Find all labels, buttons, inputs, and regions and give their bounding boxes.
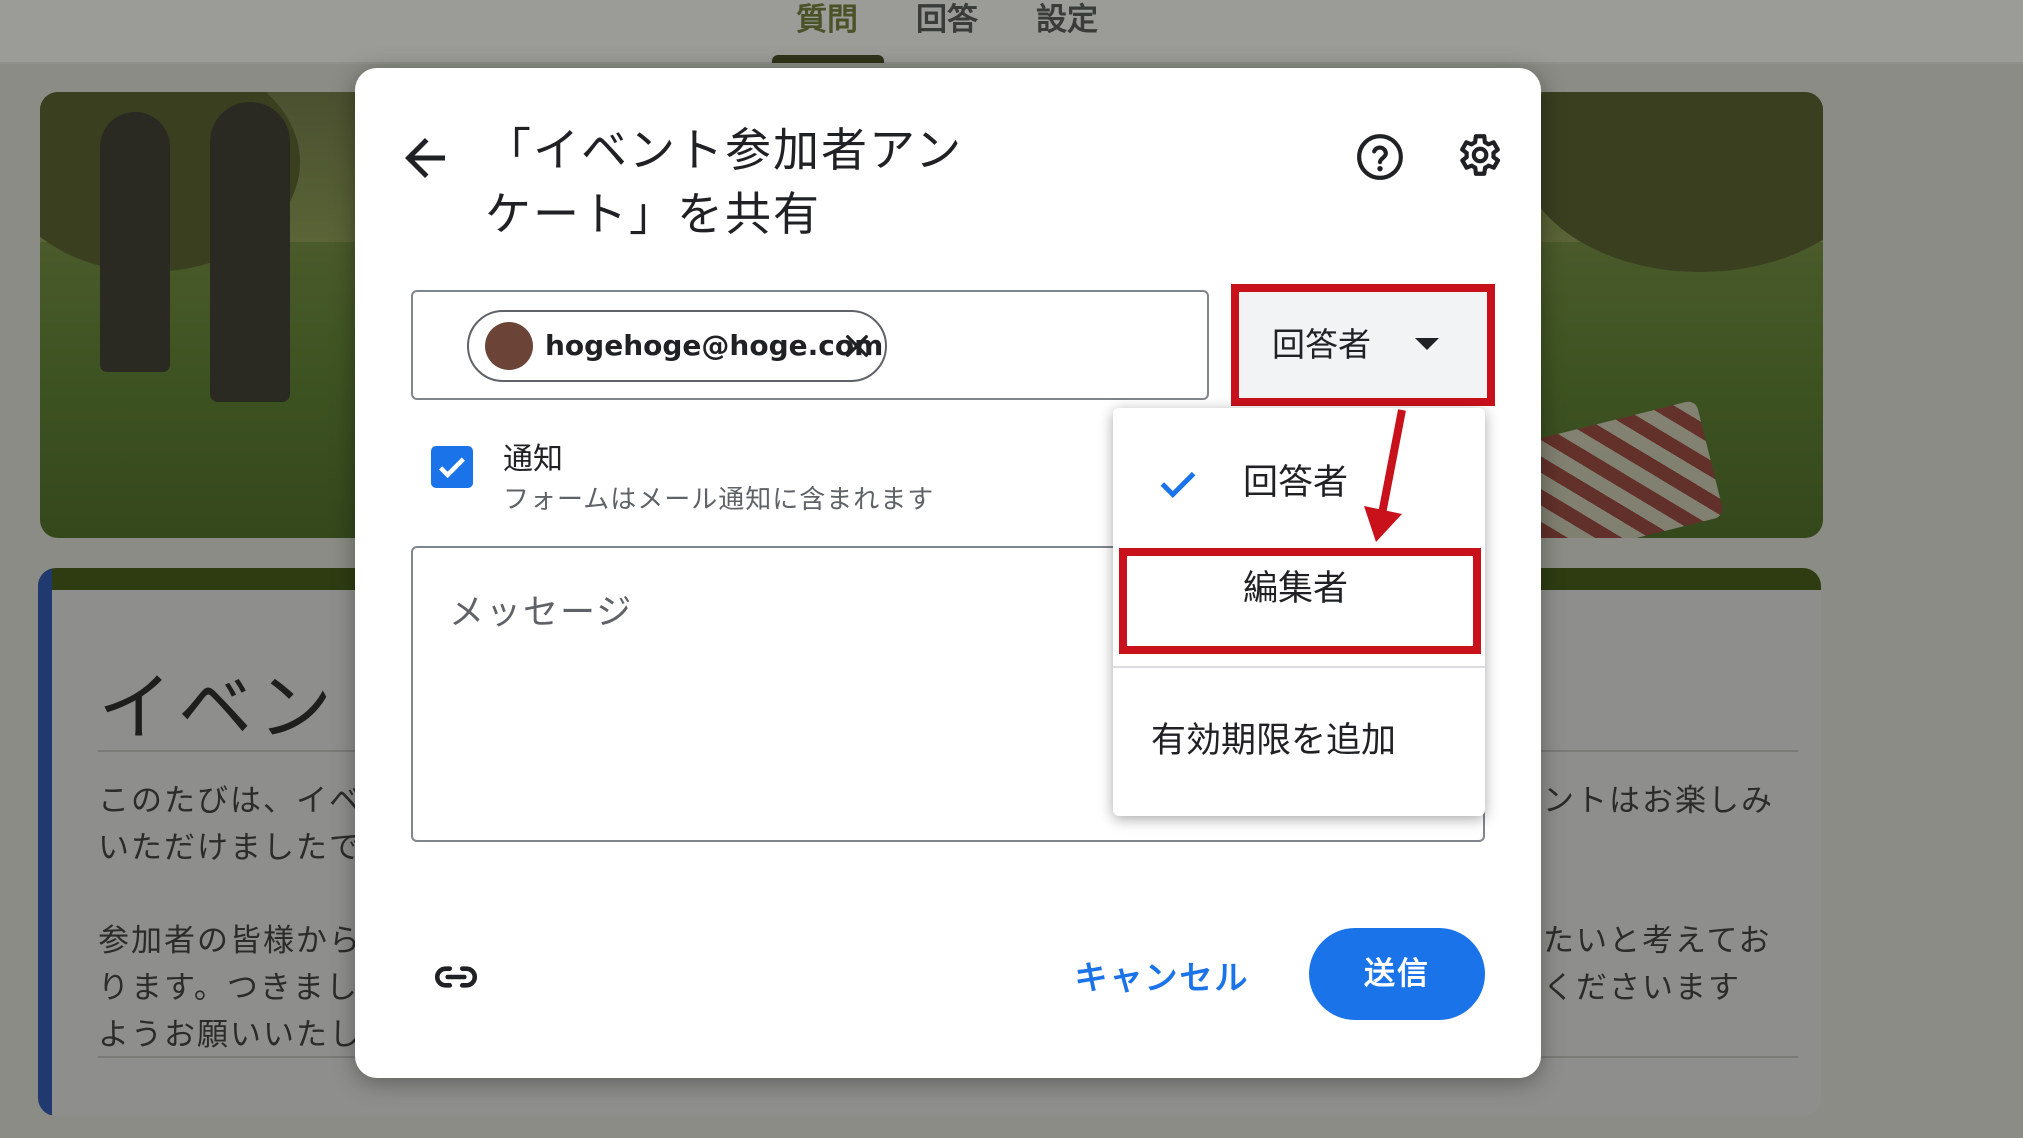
menu-item-label: 回答者	[1243, 463, 1349, 503]
notify-checkbox[interactable]	[431, 446, 473, 488]
check-icon	[439, 457, 465, 479]
message-placeholder: メッセージ	[449, 593, 634, 633]
card-accent-left	[38, 568, 52, 1116]
banner-tree	[1520, 92, 1823, 272]
description-line: このたびは、イベ	[98, 783, 362, 819]
check-icon	[1160, 471, 1196, 498]
highlight-box-editor	[1119, 548, 1481, 654]
menu-divider	[1113, 666, 1485, 668]
notify-label: 通知	[503, 442, 563, 477]
description-line: くださいます	[1543, 970, 1741, 1006]
tab-settings[interactable]: 設定	[1036, 0, 1098, 40]
description-line: 参加者の皆様から	[98, 923, 362, 959]
banner-person	[210, 102, 290, 402]
highlight-box-role	[1231, 284, 1495, 406]
notify-sublabel: フォームはメール通知に含まれます	[503, 485, 935, 515]
link-icon[interactable]	[431, 952, 481, 1002]
cancel-button[interactable]: キャンセル	[1067, 948, 1257, 1008]
annotation-arrow-icon	[1364, 409, 1406, 542]
description-line: ントはお楽しみ	[1543, 783, 1774, 819]
description-line: ようお願いいたし	[98, 1017, 362, 1053]
tab-questions[interactable]: 質問	[796, 0, 858, 40]
description-line: ります。つきまし	[98, 970, 359, 1006]
send-button[interactable]: 送信	[1309, 928, 1485, 1020]
banner-person	[100, 112, 170, 372]
recipient-chip[interactable]: hogehoge@hoge.com	[467, 310, 887, 382]
menu-item-label: 有効期限を追加	[1151, 721, 1397, 761]
description-line: いただけましたで	[98, 830, 362, 866]
recipients-input[interactable]: hogehoge@hoge.com	[411, 290, 1209, 400]
active-tab-indicator	[772, 55, 884, 63]
form-top-bar: 質問 回答 設定	[0, 0, 2023, 64]
gear-icon[interactable]	[1453, 130, 1503, 180]
tab-responses[interactable]: 回答	[916, 0, 978, 40]
back-arrow-icon[interactable]	[395, 128, 455, 188]
close-icon[interactable]	[841, 330, 873, 362]
avatar	[485, 322, 533, 370]
dialog-title: 「イベント参加者アンケート」を共有	[485, 123, 964, 241]
help-icon[interactable]	[1355, 132, 1405, 182]
description-line: たいと考えてお	[1543, 923, 1772, 959]
recipient-email: hogehoge@hoge.com	[545, 329, 884, 362]
